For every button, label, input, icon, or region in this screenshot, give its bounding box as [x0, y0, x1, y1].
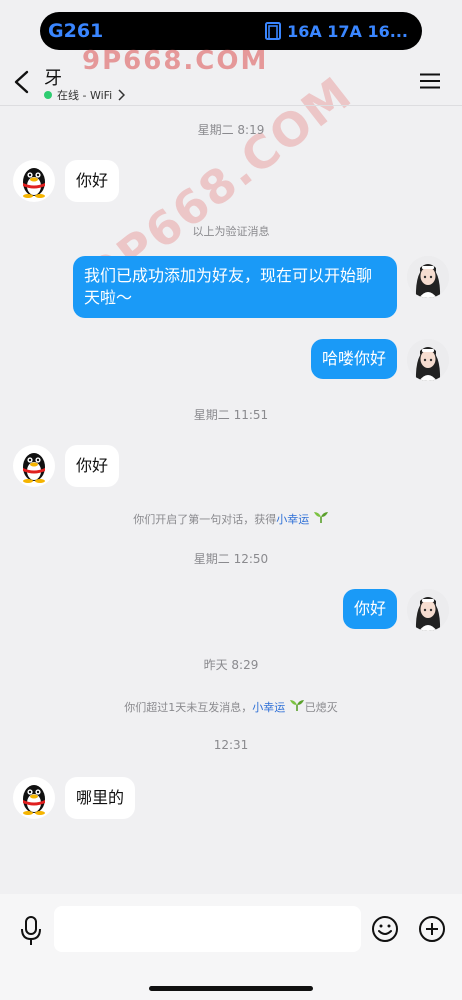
message-bubble[interactable]: 哪里的 — [65, 777, 136, 819]
message-bubble[interactable]: 我们已成功添加为好友，现在可以开始聊天啦～ — [73, 256, 397, 318]
message-bubble[interactable]: 你好 — [342, 589, 397, 629]
plus-icon[interactable] — [418, 915, 446, 943]
status-pill[interactable]: G261 16A 17A 16... — [40, 12, 422, 50]
system-notice: 以上为验证消息 — [192, 225, 270, 238]
lucky-link[interactable]: 小幸运 — [276, 513, 309, 526]
message-bubble[interactable]: 你好 — [65, 160, 120, 202]
message-input[interactable] — [54, 906, 361, 952]
chevron-right-icon — [118, 89, 126, 101]
penguin-icon — [23, 168, 45, 198]
anime-girl-avatar-icon — [407, 256, 449, 298]
avatar-qq-penguin[interactable] — [13, 777, 55, 819]
system-notice-suffix: 已熄灭 — [304, 701, 338, 714]
presence-text: 在线 - WiFi — [57, 89, 113, 102]
emoji-icon[interactable] — [371, 915, 399, 943]
avatar-qq-penguin[interactable] — [13, 160, 55, 202]
gate-icon — [265, 22, 282, 40]
sprout-icon — [289, 700, 304, 711]
flight-code: G261 — [48, 20, 104, 42]
system-notice: 你们超过1天未互发消息，小幸运 已熄灭 — [0, 699, 462, 715]
timestamp: 星期二 11:51 — [193, 408, 269, 422]
timestamp: 昨天 8:29 — [203, 658, 259, 672]
online-dot-icon — [44, 91, 52, 99]
avatar-self[interactable] — [407, 339, 449, 381]
avatar-self[interactable] — [407, 256, 449, 298]
avatar-self[interactable] — [407, 589, 449, 631]
system-notice-text: 你们开启了第一句对话，获得 — [133, 513, 277, 526]
system-notice-text: 你们超过1天未互发消息， — [124, 701, 253, 714]
home-indicator[interactable] — [149, 986, 313, 991]
chat-header: 牙 在线 - WiFi — [0, 56, 462, 106]
avatar-qq-penguin[interactable] — [13, 445, 55, 487]
system-notice: 你们开启了第一句对话，获得小幸运 — [0, 511, 462, 527]
sprout-icon — [313, 512, 328, 523]
presence-status[interactable]: 在线 - WiFi — [44, 87, 126, 103]
anime-girl-avatar-icon — [407, 339, 449, 381]
menu-icon[interactable] — [420, 73, 440, 89]
penguin-icon — [23, 453, 45, 483]
chat-screen: G261 16A 17A 16... 9P668.COM 9P668.COM 牙… — [0, 0, 462, 1000]
timestamp: 星期二 12:50 — [193, 552, 269, 566]
gate-numbers: 16A 17A 16... — [287, 21, 408, 41]
input-bar — [0, 894, 462, 1000]
microphone-icon[interactable] — [20, 916, 42, 946]
message-bubble[interactable]: 你好 — [65, 445, 120, 487]
message-bubble[interactable]: 哈喽你好 — [310, 339, 397, 379]
timestamp: 12:31 — [213, 738, 249, 752]
gate-info: 16A 17A 16... — [265, 22, 408, 41]
penguin-icon — [23, 785, 45, 815]
anime-girl-avatar-icon — [407, 589, 449, 631]
chevron-left-icon[interactable] — [12, 70, 32, 94]
lucky-link[interactable]: 小幸运 — [252, 701, 285, 714]
timestamp: 星期二 8:19 — [197, 123, 265, 137]
